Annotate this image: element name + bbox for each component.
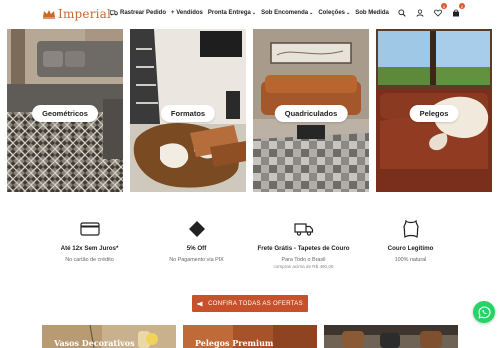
brand-logo[interactable]: Imperial bbox=[42, 7, 111, 21]
chairs-image bbox=[324, 325, 458, 348]
chevron-down-icon: ⌄ bbox=[251, 10, 257, 16]
whatsapp-icon bbox=[477, 305, 491, 319]
view-all-offers-button[interactable]: CONFIRA TODAS AS OFERTAS bbox=[192, 295, 308, 312]
promo-label: Vasos Decorativos bbox=[54, 338, 135, 348]
benefit-note: compras acima de R$ 490,00 bbox=[273, 264, 334, 270]
search-icon[interactable] bbox=[397, 8, 406, 17]
main-nav: Rastrear Pedido + Vendidos Pronta Entreg… bbox=[110, 10, 394, 16]
nav-item-label: Rastrear Pedido bbox=[120, 10, 167, 16]
benefit-pix-discount: 5% Off No Pagamento via PIX bbox=[143, 220, 250, 270]
megaphone-icon bbox=[197, 301, 203, 306]
wishlist-count-badge: 0 bbox=[441, 3, 447, 9]
benefit-title: Couro Legítimo bbox=[387, 245, 434, 252]
promo-card-chairs[interactable] bbox=[324, 325, 458, 348]
benefit-title: Até 12x Sem Juros* bbox=[60, 245, 119, 252]
benefits-row: Até 12x Sem Juros* No cartão de crédito … bbox=[36, 220, 464, 270]
nav-custom-size[interactable]: Sob Medida bbox=[355, 10, 389, 16]
benefit-free-shipping: Frete Grátis - Tapetes de Couro Para Tod… bbox=[250, 220, 357, 270]
benefit-subtitle: No cartão de crédito bbox=[65, 257, 114, 263]
benefit-title: Frete Grátis - Tapetes de Couro bbox=[257, 245, 350, 252]
nav-item-label: Coleções bbox=[318, 10, 345, 16]
category-label: Geométricos bbox=[32, 105, 98, 122]
delivery-truck-icon bbox=[293, 220, 314, 238]
cart-count-badge: 0 bbox=[459, 3, 465, 9]
chevron-down-icon: ⌄ bbox=[346, 10, 351, 16]
cart-button[interactable]: 0 bbox=[451, 3, 465, 17]
credit-card-icon bbox=[79, 220, 100, 238]
cta-label: CONFIRA TODAS AS OFERTAS bbox=[208, 300, 303, 307]
category-label: Formatos bbox=[160, 105, 216, 122]
heart-icon bbox=[433, 9, 442, 17]
user-icon[interactable] bbox=[415, 8, 424, 17]
category-card-formatos[interactable]: Formatos bbox=[130, 29, 246, 192]
category-label: Pelegos bbox=[409, 105, 459, 122]
benefit-subtitle: No Pagamento via PIX bbox=[169, 257, 224, 263]
nav-item-label: Pronta Entrega bbox=[207, 10, 251, 16]
nav-track-order[interactable]: Rastrear Pedido bbox=[110, 10, 166, 16]
nav-on-order[interactable]: Sob Encomenda ⌄ bbox=[261, 10, 313, 16]
category-card-quadriculados[interactable]: Quadriculados bbox=[253, 29, 369, 192]
benefit-genuine-leather: Couro Legítimo 100% natural bbox=[357, 220, 464, 270]
nav-item-label: Sob Medida bbox=[355, 10, 389, 16]
promo-banners: Vasos Decorativos Pelegos Premium bbox=[42, 325, 458, 348]
bag-icon bbox=[452, 9, 459, 16]
brand-name: Imperial bbox=[58, 7, 112, 21]
category-card-pelegos[interactable]: Pelegos bbox=[376, 29, 492, 192]
benefit-title: 5% Off bbox=[186, 245, 207, 252]
promo-label: Pelegos Premium bbox=[195, 338, 274, 348]
category-grid: Geométricos Formatos Quadriculados Peleg… bbox=[7, 29, 493, 192]
nav-collections[interactable]: Coleções ⌄ bbox=[318, 10, 350, 16]
nav-ready-delivery[interactable]: Pronta Entrega ⌄ bbox=[208, 10, 256, 16]
header-actions: 0 0 bbox=[397, 3, 465, 17]
nav-best-sellers[interactable]: + Vendidos bbox=[171, 10, 203, 16]
category-label: Quadriculados bbox=[274, 105, 348, 122]
truck-icon bbox=[110, 10, 118, 16]
benefit-installments: Até 12x Sem Juros* No cartão de crédito bbox=[36, 220, 143, 270]
nav-item-label: Sob Encomenda bbox=[261, 10, 309, 16]
crown-icon bbox=[43, 10, 55, 19]
category-card-geometricos[interactable]: Geométricos bbox=[7, 29, 123, 192]
chevron-down-icon: ⌄ bbox=[309, 10, 314, 16]
site-header: Imperial Rastrear Pedido + Vendidos Pron… bbox=[0, 0, 500, 30]
leather-hide-icon bbox=[401, 220, 421, 238]
nav-item-label: + Vendidos bbox=[171, 10, 203, 16]
benefit-subtitle: 100% natural bbox=[394, 257, 427, 263]
wishlist-button[interactable]: 0 bbox=[433, 3, 447, 17]
diamond-icon bbox=[187, 220, 207, 238]
promo-card-premium-pelegos[interactable]: Pelegos Premium bbox=[183, 325, 317, 348]
whatsapp-button[interactable] bbox=[473, 301, 495, 323]
benefit-subtitle: Para Todo o Brasil bbox=[281, 257, 326, 263]
promo-card-vases[interactable]: Vasos Decorativos bbox=[42, 325, 176, 348]
